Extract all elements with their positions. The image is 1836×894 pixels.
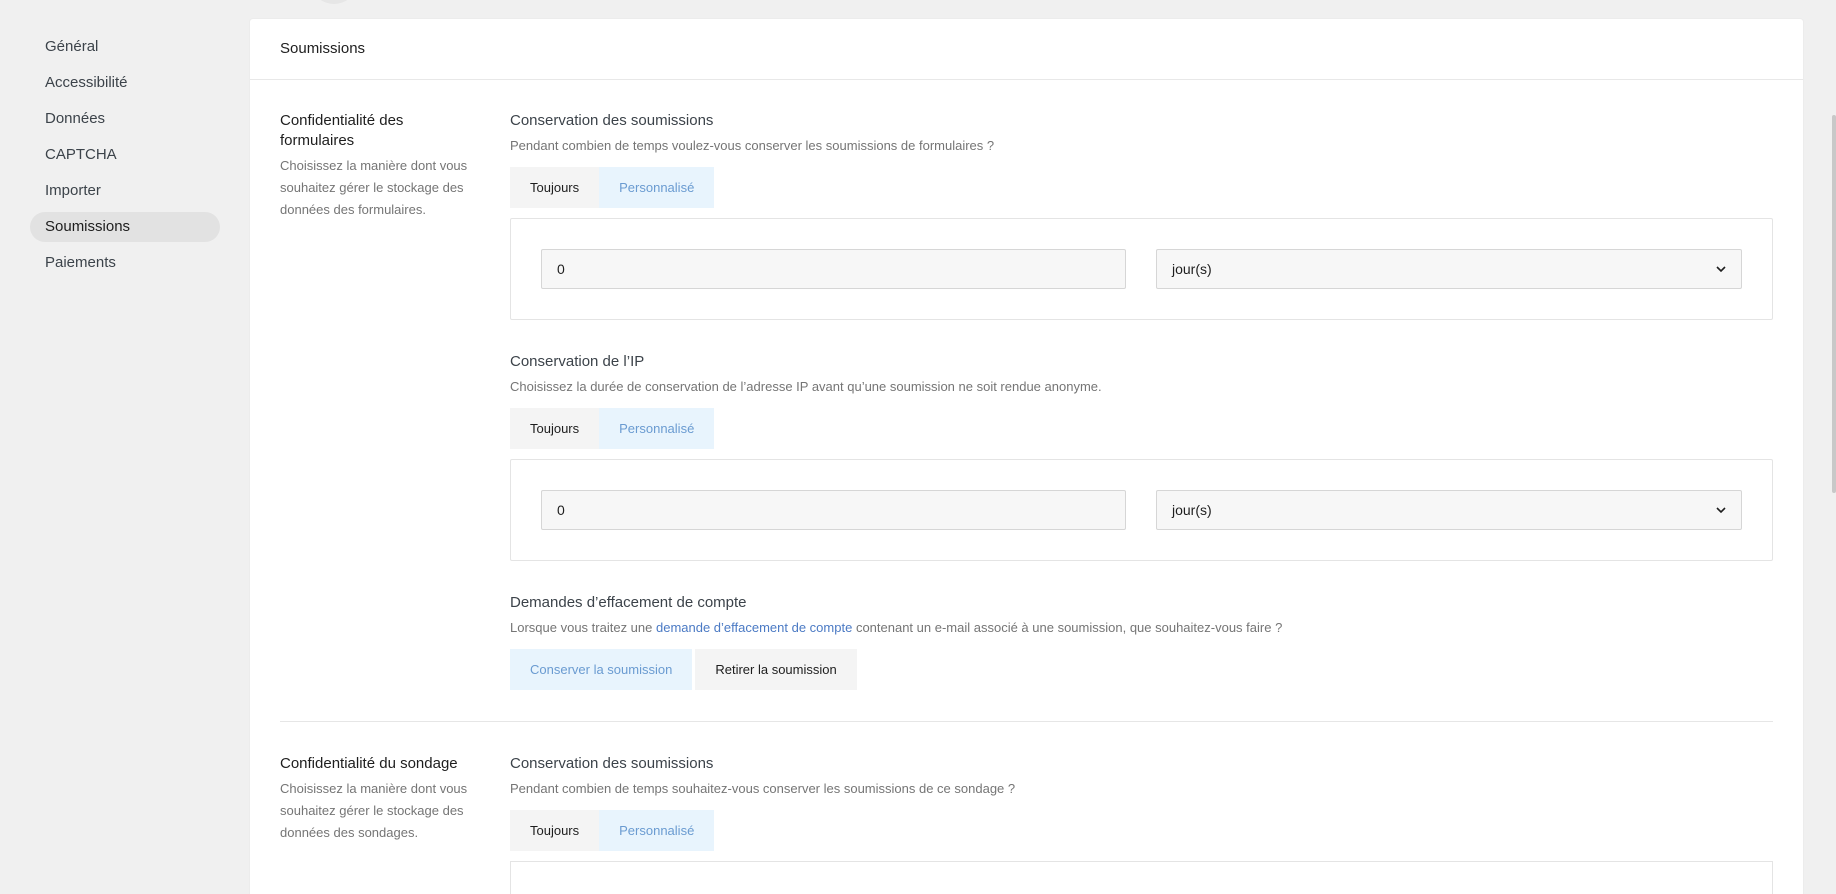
sidebar-item-captcha[interactable]: CAPTCHA (30, 140, 220, 170)
chevron-down-icon (1716, 266, 1726, 273)
sidebar-item-submissions[interactable]: Soumissions (30, 212, 220, 242)
poll-always-button[interactable]: Toujours (510, 810, 600, 851)
forms-privacy-description: Choisissez la manière dont vous souhaite… (280, 158, 468, 217)
erasure-requests-title: Demandes d’effacement de compte (510, 594, 747, 611)
submissions-retention-box: 0 jour(s) (510, 218, 1773, 320)
settings-sidebar: Général Accessibilité Données CAPTCHA Im… (30, 32, 220, 284)
ip-retention-box: 0 jour(s) (510, 459, 1773, 561)
poll-retention-box (510, 861, 1773, 894)
settings-card: Soumissions Confidentialité des formulai… (250, 19, 1803, 894)
retention-always-button[interactable]: Toujours (510, 167, 600, 208)
remove-submission-button[interactable]: Retirer la soumission (695, 649, 857, 690)
avatar-edge (310, 0, 358, 4)
sidebar-item-general[interactable]: Général (30, 32, 220, 62)
poll-retention-help: Pendant combien de temps souhaitez-vous … (510, 781, 1016, 796)
ip-retention-input[interactable]: 0 (541, 490, 1126, 530)
poll-privacy-description: Choisissez la manière dont vous souhaite… (280, 781, 468, 840)
sidebar-item-import[interactable]: Importer (30, 176, 220, 206)
ip-retention-help: Choisissez la durée de conservation de l… (510, 379, 1102, 394)
submissions-retention-help: Pendant combien de temps voulez-vous con… (510, 138, 995, 153)
erasure-toggle: Conserver la soumission Retirer la soumi… (510, 649, 1773, 690)
poll-retention-title: Conservation des soumissions (510, 755, 714, 772)
submissions-retention-input[interactable]: 0 (541, 249, 1126, 289)
sidebar-item-data[interactable]: Données (30, 104, 220, 134)
ip-retention-title: Conservation de l’IP (510, 353, 645, 370)
submissions-retention-toggle: Toujours Personnalisé (510, 167, 1773, 208)
retention-custom-button[interactable]: Personnalisé (599, 167, 715, 208)
keep-submission-button[interactable]: Conserver la soumission (510, 649, 693, 690)
page-scrollbar[interactable] (1832, 115, 1836, 493)
ip-retention-toggle: Toujours Personnalisé (510, 408, 1773, 449)
poll-retention-toggle: Toujours Personnalisé (510, 810, 1773, 851)
card-title: Soumissions (250, 19, 1803, 80)
poll-custom-button[interactable]: Personnalisé (599, 810, 715, 851)
erasure-requests-help: Lorsque vous traitez une demande d’effac… (510, 620, 1283, 635)
submissions-retention-unit-select[interactable]: jour(s) (1156, 249, 1742, 289)
erasure-request-link[interactable]: demande d’effacement de compte (656, 620, 852, 635)
sidebar-item-accessibility[interactable]: Accessibilité (30, 68, 220, 98)
ip-always-button[interactable]: Toujours (510, 408, 600, 449)
submissions-retention-title: Conservation des soumissions (510, 112, 714, 129)
ip-retention-unit-select[interactable]: jour(s) (1156, 490, 1742, 530)
forms-privacy-title: Confidentialité des formulaires (280, 112, 404, 149)
chevron-down-icon (1716, 507, 1726, 514)
poll-privacy-title: Confidentialité du sondage (280, 755, 458, 772)
ip-custom-button[interactable]: Personnalisé (599, 408, 715, 449)
section-divider (280, 721, 1773, 722)
sidebar-item-payments[interactable]: Paiements (30, 248, 220, 278)
